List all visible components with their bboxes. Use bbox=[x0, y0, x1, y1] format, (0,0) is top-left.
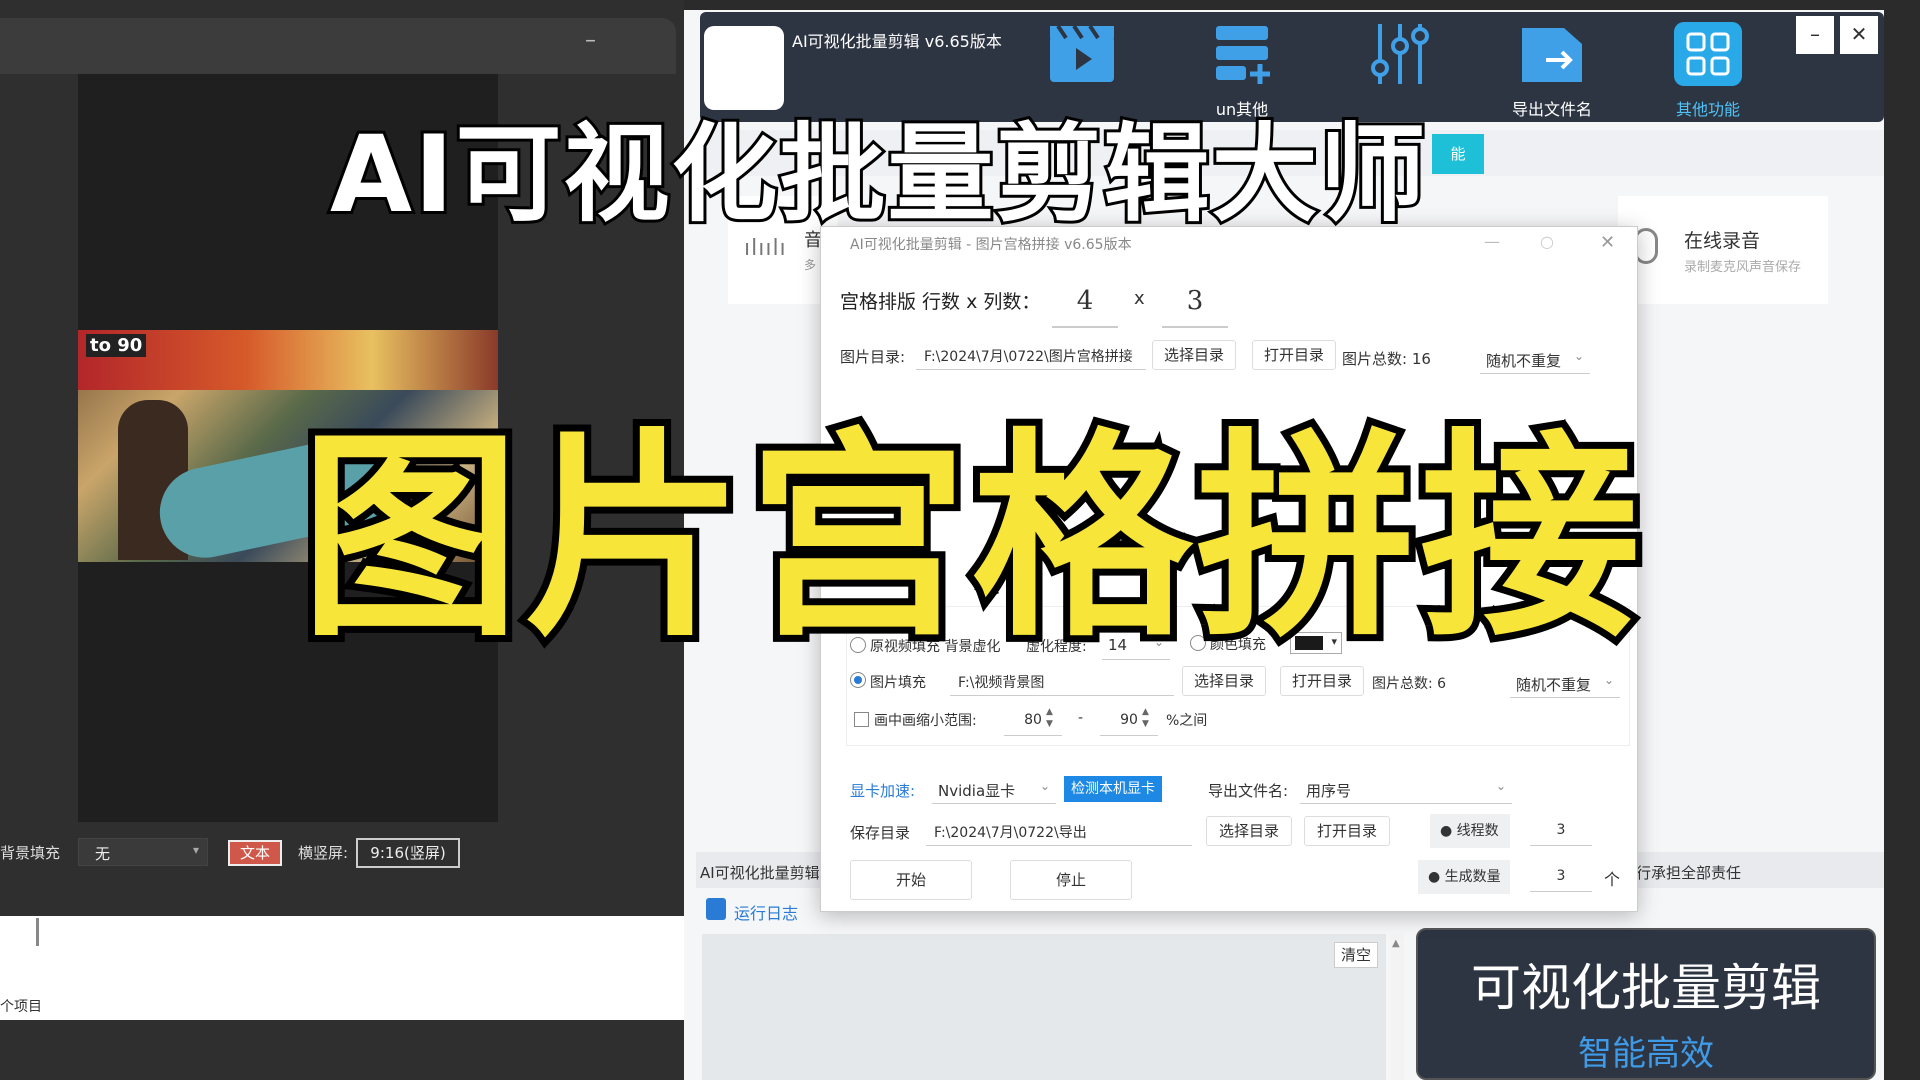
app-title: AI可视化批量剪辑 v6.65版本 bbox=[792, 32, 1002, 51]
toolbar-item-other-features[interactable]: 其他功能 bbox=[1648, 22, 1768, 120]
save-dir-field[interactable]: F:\2024\7月\0722\导出 bbox=[926, 816, 1192, 846]
feature-tab-active[interactable]: 能 bbox=[1432, 134, 1484, 174]
clapperboard-icon bbox=[1050, 24, 1114, 82]
count-unit: 个 bbox=[1604, 870, 1621, 889]
range-dash: - bbox=[1078, 710, 1084, 726]
toolbar-item-settings[interactable] bbox=[1340, 22, 1460, 96]
pip-min-input[interactable]: 80 bbox=[1004, 706, 1062, 736]
project-label: 个项目 bbox=[0, 999, 42, 1015]
pip-checkbox[interactable] bbox=[854, 712, 869, 727]
video-tag: to 90 bbox=[86, 334, 147, 357]
chevron-down-icon: ▾ bbox=[192, 843, 199, 857]
dialog-maximize-button[interactable]: ○ bbox=[1540, 232, 1554, 251]
record-card-sub: 录制麦克风声音保存 bbox=[1684, 260, 1802, 275]
overlay-title: AI可视化批量剪辑大师 bbox=[327, 110, 1428, 239]
bg-order-value: 随机不重复 bbox=[1516, 676, 1592, 694]
log-icon bbox=[706, 898, 726, 920]
export-filename-select[interactable]: 用序号 ⌄ bbox=[1300, 774, 1512, 804]
dialog-close-button[interactable]: ✕ bbox=[1600, 232, 1615, 253]
dialog-minimize-button[interactable]: — bbox=[1484, 232, 1500, 251]
left-editor-titlebar bbox=[0, 18, 676, 74]
chevron-down-icon: ⌄ bbox=[1495, 779, 1506, 793]
disclaimer-right: 行承担全部责任 bbox=[1636, 864, 1742, 882]
gpu-value: Nvidia显卡 bbox=[938, 782, 1016, 800]
toolbar-item-video[interactable] bbox=[1022, 22, 1142, 96]
bg-fill-select[interactable]: 无 ▾ bbox=[78, 838, 208, 866]
overlay-headline: 图片宫格拼接 bbox=[293, 403, 1647, 673]
start-button[interactable]: 开始 bbox=[850, 860, 972, 900]
times-sign: x bbox=[1134, 288, 1145, 309]
audio-card-sub: 多 bbox=[804, 258, 817, 272]
window-minimize-button[interactable]: – bbox=[1796, 16, 1834, 54]
toolbar-label: 导出文件名 bbox=[1511, 100, 1592, 119]
text-button[interactable]: 文本 bbox=[228, 840, 282, 866]
threads-input[interactable]: 3 bbox=[1530, 816, 1592, 846]
window-close-button[interactable]: ✕ bbox=[1840, 16, 1878, 54]
export-file-icon bbox=[1522, 28, 1582, 82]
output-count-label: ● 生成数量 bbox=[1418, 860, 1510, 894]
promo-subtitle: 智能高效 bbox=[1578, 1034, 1714, 1074]
pip-unit-label: %之间 bbox=[1166, 713, 1208, 729]
cols-input[interactable]: 3 bbox=[1162, 274, 1228, 328]
output-count-input[interactable]: 3 bbox=[1530, 862, 1592, 892]
toolbar-label: 其他功能 bbox=[1675, 100, 1740, 119]
bg-fill-value: 无 bbox=[95, 845, 111, 863]
sliders-icon bbox=[1371, 24, 1429, 84]
record-card-title: 在线录音 bbox=[1684, 230, 1761, 252]
log-textarea[interactable] bbox=[702, 934, 1386, 1080]
promo-title: 可视化批量剪辑 bbox=[1471, 959, 1821, 1017]
export-filename-label: 导出文件名: bbox=[1208, 782, 1289, 800]
list-add-icon bbox=[1216, 26, 1270, 84]
pip-range-label: 画中画缩小范围: bbox=[874, 713, 977, 729]
log-clear-button[interactable]: 清空 bbox=[1334, 942, 1378, 968]
chevron-down-icon: ⌄ bbox=[1039, 779, 1050, 793]
orientation-label: 横竖屏: bbox=[298, 844, 349, 862]
log-scrollbar[interactable] bbox=[1390, 934, 1404, 1080]
spinner-icon[interactable]: ▲ ▼ bbox=[1046, 706, 1053, 730]
toolbar-item-export-filename[interactable]: 导出文件名 bbox=[1492, 22, 1612, 120]
scroll-up-icon[interactable]: ▲ bbox=[1392, 938, 1400, 949]
save-dir-label: 保存目录 bbox=[850, 824, 911, 842]
pip-max-input[interactable]: 90 bbox=[1100, 706, 1158, 736]
save-dir-open-button[interactable]: 打开目录 bbox=[1304, 816, 1390, 846]
left-minimize-button[interactable]: – bbox=[585, 28, 596, 53]
bg-fill-label: 背景填充 bbox=[0, 844, 61, 862]
orientation-field[interactable]: 9:16(竖屏) bbox=[356, 838, 460, 868]
disclaimer-left: AI可视化批量剪辑 bbox=[700, 864, 820, 882]
gpu-select[interactable]: Nvidia显卡 ⌄ bbox=[932, 774, 1056, 804]
export-filename-value: 用序号 bbox=[1306, 782, 1352, 800]
threads-label: ● 线程数 bbox=[1430, 814, 1510, 848]
timeline-area bbox=[0, 916, 684, 1020]
rows-input[interactable]: 4 bbox=[1052, 274, 1118, 328]
runlog-tab[interactable]: 运行日志 bbox=[734, 900, 798, 924]
detect-gpu-button[interactable]: 检测本机显卡 bbox=[1064, 776, 1162, 802]
save-dir-choose-button[interactable]: 选择目录 bbox=[1206, 816, 1292, 846]
timeline-cursor[interactable] bbox=[36, 918, 39, 946]
gpu-accel-label: 显卡加速: bbox=[850, 782, 916, 800]
apps-grid-icon bbox=[1674, 22, 1742, 86]
grid-layout-label: 宫格排版 行数 x 列数： bbox=[840, 291, 1041, 313]
stop-button[interactable]: 停止 bbox=[1010, 860, 1132, 900]
spinner-icon[interactable]: ▲ ▼ bbox=[1142, 706, 1149, 730]
